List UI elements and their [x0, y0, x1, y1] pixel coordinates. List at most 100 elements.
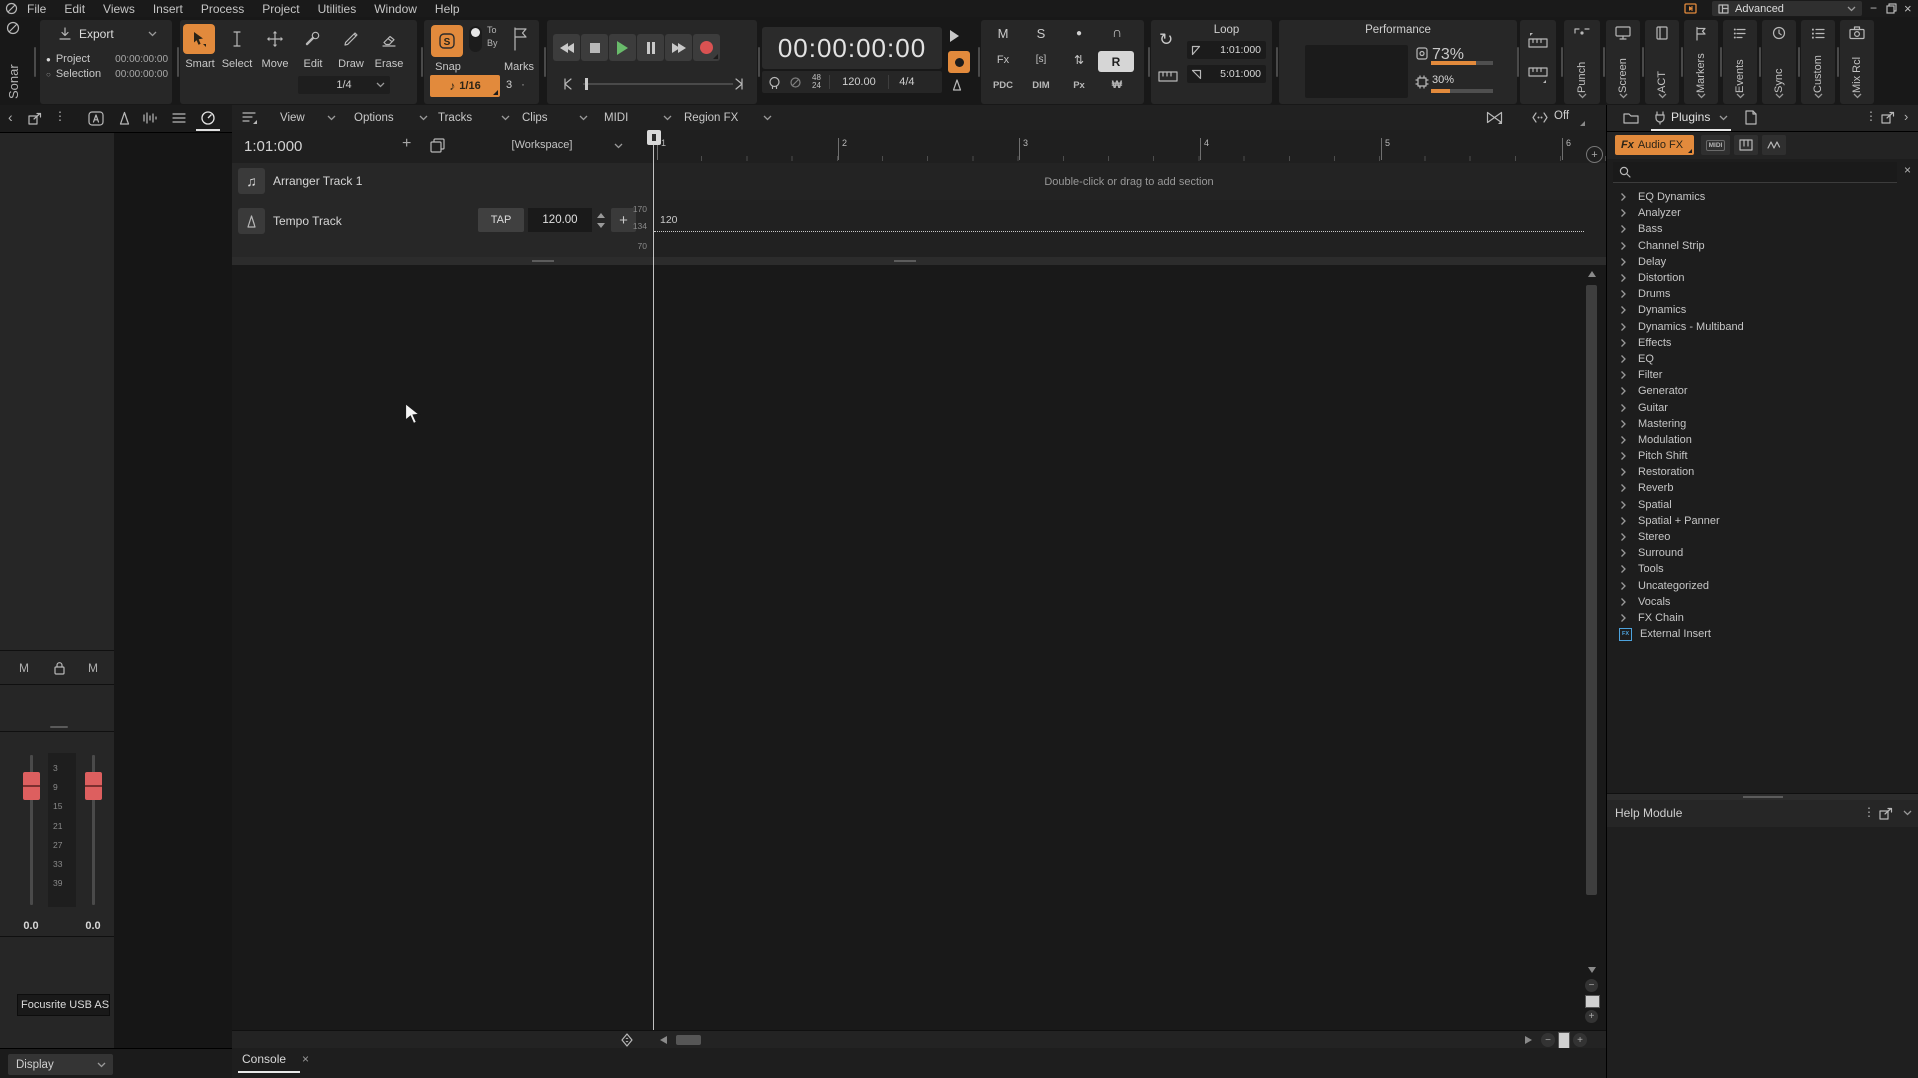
chevron-down-icon[interactable] — [1619, 93, 1628, 102]
chevron-right-icon[interactable] — [1619, 550, 1629, 556]
menu-project[interactable]: Project — [253, 2, 308, 16]
horizontal-zoom-slider[interactable] — [1558, 1032, 1570, 1049]
chevron-right-icon[interactable] — [1619, 194, 1629, 200]
tempo-lane[interactable]: 120 — [652, 200, 1606, 258]
pop-out-icon[interactable] — [1879, 807, 1893, 820]
global-fx-button[interactable]: Fx — [985, 54, 1021, 66]
menu-views[interactable]: Views — [94, 2, 144, 16]
record-arm-button[interactable] — [948, 51, 970, 73]
menu-utilities[interactable]: Utilities — [309, 2, 366, 16]
close-icon[interactable]: × — [302, 1052, 309, 1066]
draw-resolution-select[interactable]: 1/4 — [298, 76, 390, 94]
chevron-right-icon[interactable] — [1619, 259, 1629, 265]
snap-count-value[interactable]: 3 — [506, 79, 512, 91]
export-chevron-icon[interactable] — [148, 31, 157, 37]
chevron-down-icon[interactable] — [1736, 93, 1745, 102]
pop-out-icon[interactable] — [1881, 111, 1895, 124]
toolbar-module-act[interactable]: ACT — [1645, 20, 1679, 104]
ruler-collapse-icon[interactable] — [1527, 66, 1549, 84]
chevron-right-icon[interactable] — [1619, 566, 1629, 572]
chevron-right-icon[interactable] — [1619, 469, 1629, 475]
tab-instruments[interactable] — [1734, 135, 1758, 155]
horizontal-zoom-in-button[interactable]: + — [1573, 1033, 1587, 1047]
loop-toggle-icon[interactable]: ↻ — [1159, 30, 1173, 50]
tab-plugins-label[interactable]: Plugins — [1671, 110, 1710, 124]
chevron-right-icon[interactable] — [1619, 356, 1629, 362]
tempo-track-title[interactable]: Tempo Track — [273, 214, 342, 228]
chevron-down-icon[interactable] — [1719, 115, 1728, 121]
toolbar-module-custom[interactable]: Custom — [1801, 20, 1835, 104]
snap-grid-value-button[interactable]: ♪ 1/16 — [430, 75, 500, 97]
plugin-category-eq[interactable]: EQ — [1607, 351, 1918, 367]
plugin-category-stereo[interactable]: Stereo — [1607, 529, 1918, 545]
plugin-category-uncategorized[interactable]: Uncategorized — [1607, 578, 1918, 594]
chevron-right-icon[interactable] — [1619, 518, 1629, 524]
arranger-inspector-icon[interactable] — [88, 111, 104, 126]
sample-format[interactable]: 48 24 — [812, 74, 821, 90]
plugin-category-modulation[interactable]: Modulation — [1607, 432, 1918, 448]
now-time-value[interactable]: 1:01:000 — [244, 138, 302, 155]
vertical-scrollbar[interactable]: − + — [1584, 265, 1600, 1030]
headphones-icon[interactable]: ∩ — [1099, 24, 1135, 40]
dot-icon[interactable]: · — [521, 77, 525, 91]
fader-handle-b[interactable] — [85, 772, 102, 800]
scroll-up-icon[interactable] — [1588, 271, 1596, 277]
plugin-external-insert[interactable]: FX External Insert — [1607, 626, 1918, 642]
tempo-track-icon[interactable] — [238, 208, 265, 234]
position-scrubber[interactable] — [561, 76, 747, 92]
spin-up-icon[interactable] — [597, 213, 605, 218]
menu-edit[interactable]: Edit — [55, 2, 94, 16]
snap-to-by-toggle[interactable] — [469, 26, 482, 52]
export-scope-project[interactable]: ● Project 00:00:00:00 — [46, 53, 168, 65]
edit-tool-button[interactable] — [297, 24, 329, 54]
export-scope-selection[interactable]: ○ Selection 00:00:00:00 — [46, 68, 168, 80]
kebab-icon[interactable]: ⋮ — [1863, 805, 1875, 819]
metronome-inspector-icon[interactable] — [117, 111, 132, 126]
kebab-icon[interactable]: ⋮ — [1865, 109, 1877, 123]
time-display[interactable]: 00:00:00:00 — [762, 27, 942, 69]
chevron-right-icon[interactable] — [1619, 307, 1629, 313]
knob-icon[interactable] — [200, 110, 216, 126]
fader-value-b[interactable]: 0.0 — [78, 920, 108, 932]
plugin-category-fx-chain[interactable]: FX Chain — [1607, 610, 1918, 626]
plugin-category-channel-strip[interactable]: Channel Strip — [1607, 238, 1918, 254]
folder-icon[interactable] — [1623, 111, 1639, 124]
erase-tool-button[interactable] — [373, 24, 405, 54]
fader-value-a[interactable]: 0.0 — [16, 920, 46, 932]
chevron-right-icon[interactable] — [1619, 226, 1629, 232]
chevron-right-icon[interactable] — [1619, 599, 1629, 605]
chevron-right-icon[interactable] — [1619, 405, 1629, 411]
play-button[interactable] — [609, 34, 636, 61]
pdc-button[interactable]: PDC — [985, 80, 1021, 91]
duplicate-icon[interactable] — [430, 138, 445, 153]
arranger-track-icon[interactable]: ♫ — [238, 168, 265, 194]
vertical-zoom-slider[interactable] — [1585, 995, 1600, 1008]
menu-process[interactable]: Process — [192, 2, 253, 16]
mute-button-b[interactable]: M — [88, 661, 98, 675]
pause-button[interactable] — [637, 34, 664, 61]
plugin-category-tools[interactable]: Tools — [1607, 561, 1918, 577]
chevron-right-icon[interactable] — [1619, 615, 1629, 621]
chevron-down-icon[interactable] — [1658, 93, 1667, 102]
chevron-down-icon[interactable] — [1578, 93, 1587, 102]
toolbar-module-markers[interactable]: Markers — [1684, 20, 1718, 104]
tab-rewire[interactable] — [1762, 135, 1786, 155]
read-automation-button[interactable]: R — [1098, 51, 1134, 72]
chevron-right-icon[interactable] — [1619, 291, 1629, 297]
trackview-menu-tracks[interactable]: Tracks — [438, 105, 510, 130]
minimize-button[interactable]: − — [1870, 1, 1877, 15]
arranger-lane[interactable]: Double-click or drag to add section — [652, 163, 1606, 201]
plugin-category-distortion[interactable]: Distortion — [1607, 270, 1918, 286]
arranger-track-title[interactable]: Arranger Track 1 — [273, 174, 362, 188]
fit-project-icon[interactable] — [620, 1033, 634, 1047]
plugin-category-spatial[interactable]: Spatial — [1607, 497, 1918, 513]
horizontal-zoom-out-button[interactable]: − — [1541, 1033, 1555, 1047]
plugin-category-reverb[interactable]: Reverb — [1607, 480, 1918, 496]
trackview-menu-options[interactable]: Options — [354, 105, 428, 130]
vertical-scroll-thumb[interactable] — [1586, 285, 1597, 895]
tempo-spinner[interactable] — [594, 208, 608, 232]
playhead-line[interactable] — [653, 145, 654, 1030]
fader-handle-a[interactable] — [23, 772, 40, 800]
global-solo-button[interactable]: S — [1023, 26, 1059, 41]
collapse-panel-icon[interactable]: › — [1904, 109, 1908, 124]
